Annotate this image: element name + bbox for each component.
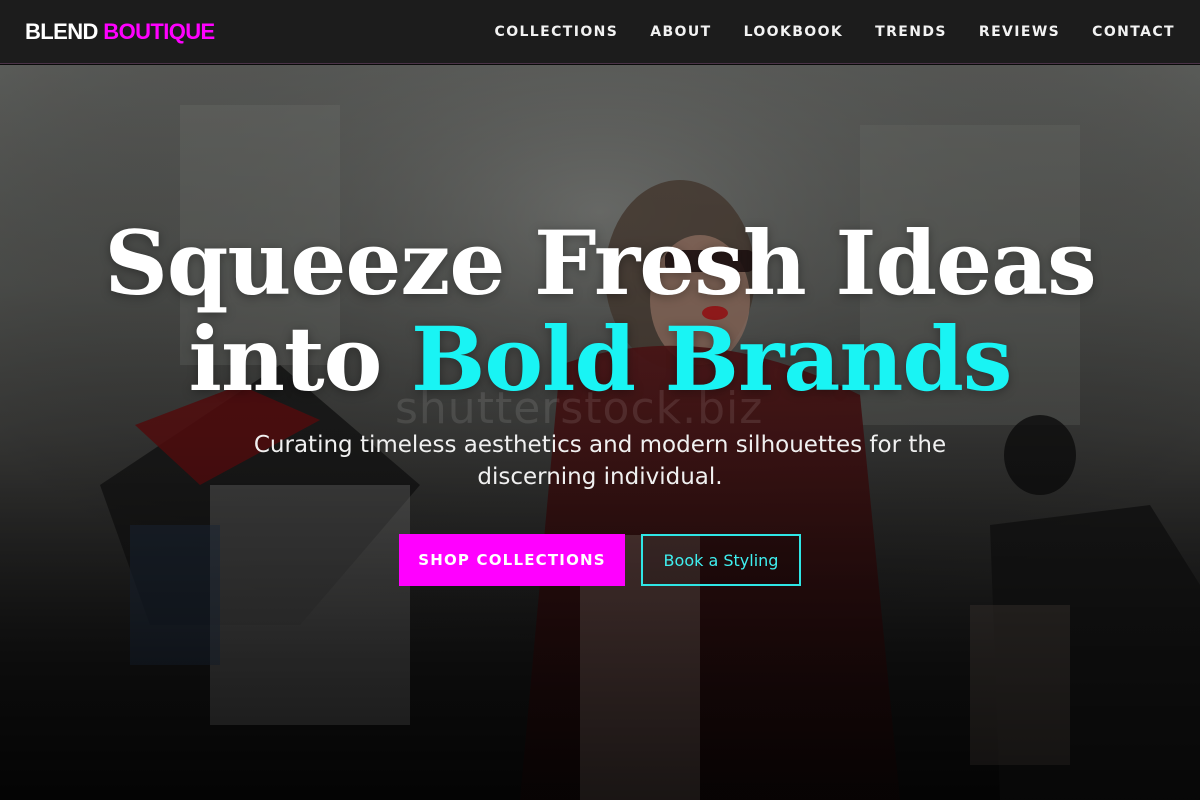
nav-link-lookbook[interactable]: LOOKBOOK xyxy=(744,24,844,40)
brand-logo[interactable]: BLEND BOUTIQUE xyxy=(25,19,215,45)
nav-link-contact[interactable]: CONTACT xyxy=(1092,24,1175,40)
shop-collections-button[interactable]: SHOP COLLECTIONS xyxy=(399,534,625,586)
hero-subtitle: Curating timeless aesthetics and modern … xyxy=(253,432,947,490)
brand-name-part1: BLEND xyxy=(25,18,98,44)
main-nav: COLLECTIONS ABOUT LOOKBOOK TRENDS REVIEW… xyxy=(495,24,1175,40)
brand-name-part2: BOUTIQUE xyxy=(103,18,215,44)
top-navbar: BLEND BOUTIQUE COLLECTIONS ABOUT LOOKBOO… xyxy=(0,0,1200,64)
book-styling-button[interactable]: Book a Styling xyxy=(641,534,801,586)
headline-line2-plain: into xyxy=(188,307,383,411)
nav-link-trends[interactable]: TRENDS xyxy=(875,24,947,40)
headline-line1: Squeeze Fresh Ideas xyxy=(104,211,1096,315)
hero-headline: Squeeze Fresh Ideas into Bold Brands xyxy=(0,215,1200,407)
headline-line2-accent: Bold Brands xyxy=(410,307,1012,411)
hero-section: shutterstock.biz Squeeze Fresh Ideas int… xyxy=(0,65,1200,800)
nav-link-about[interactable]: ABOUT xyxy=(650,24,711,40)
nav-link-reviews[interactable]: REVIEWS xyxy=(979,24,1060,40)
nav-link-collections[interactable]: COLLECTIONS xyxy=(495,24,619,40)
